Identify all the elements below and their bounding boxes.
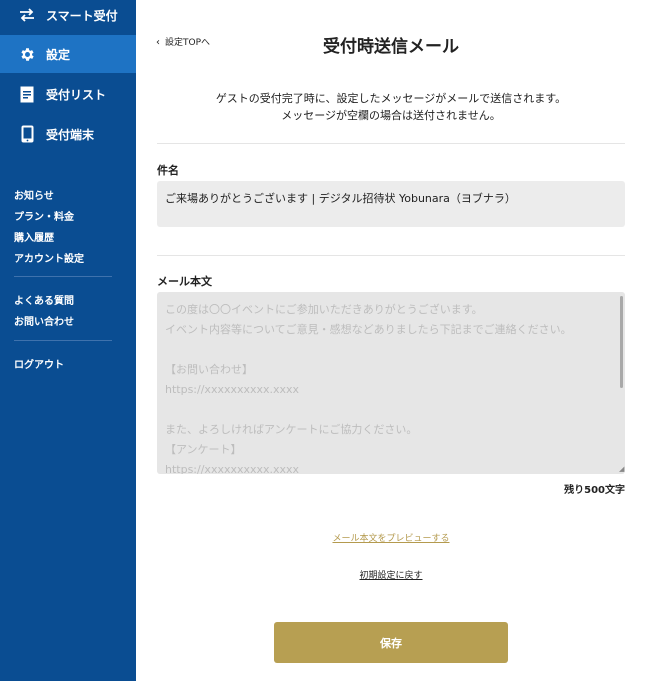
- placeholder-line: https://xxxxxxxxxx.xxxx: [165, 463, 300, 474]
- sidebar-link-logout[interactable]: ログアウト: [14, 356, 64, 371]
- nav-label: スマート受付: [46, 8, 118, 23]
- page-title: 受付時送信メール: [323, 37, 459, 57]
- placeholder-line: [165, 340, 617, 360]
- mail-body-label: メール本文: [157, 275, 212, 288]
- nav-settings[interactable]: 設定: [0, 35, 136, 73]
- resize-handle-icon[interactable]: ◢: [619, 466, 625, 473]
- subject-input[interactable]: ご来場ありがとうございます | デジタル招待状 Yobunara（ヨブナラ）: [157, 181, 625, 227]
- description-line: メッセージが空欄の場合は送付されません。: [281, 109, 501, 122]
- main-content: ‹ 設定TOPへ 受付時送信メール ゲストの受付完了時に、設定したメッセージがメー…: [136, 0, 646, 681]
- description-line: ゲストの受付完了時に、設定したメッセージがメールで送信されます。: [215, 92, 567, 105]
- nav-label: 受付リスト: [46, 87, 107, 102]
- remaining-characters: 残り500文字: [564, 485, 625, 496]
- sidebar-link-account[interactable]: アカウント設定: [14, 250, 84, 265]
- preview-mail-link[interactable]: メール本文をプレビューする: [136, 531, 646, 544]
- sidebar-link-plan[interactable]: プラン・料金: [14, 208, 74, 223]
- placeholder-line: https://xxxxxxxxxx.xxxx: [165, 383, 300, 396]
- placeholder-line: 【お問い合わせ】: [165, 363, 253, 376]
- textarea-scrollbar[interactable]: [620, 296, 623, 388]
- gear-icon: [18, 45, 36, 63]
- sidebar-link-faq[interactable]: よくある質問: [14, 292, 74, 307]
- sidebar-divider: [14, 340, 112, 341]
- sidebar-divider: [14, 276, 112, 277]
- placeholder-line: この度は〇〇イベントにご参加いただきありがとうございます。: [165, 303, 483, 316]
- nav-reception-terminal[interactable]: 受付端末: [0, 115, 136, 153]
- divider: [157, 143, 625, 144]
- placeholder-line: 【アンケート】: [165, 443, 242, 456]
- divider: [157, 255, 625, 256]
- nav-label: 受付端末: [46, 127, 95, 142]
- nav-smart-reception[interactable]: スマート受付: [0, 0, 136, 34]
- swap-arrows-icon: [18, 6, 36, 24]
- mail-body-textarea[interactable]: この度は〇〇イベントにご参加いただきありがとうございます。 イベント内容等につい…: [157, 292, 625, 474]
- description: ゲストの受付完了時に、設定したメッセージがメールで送信されます。 メッセージが空…: [136, 90, 646, 124]
- placeholder-line: また、よろしければアンケートにご協力ください。: [165, 423, 418, 436]
- nav-reception-list[interactable]: 受付リスト: [0, 75, 136, 113]
- sidebar-link-news[interactable]: お知らせ: [14, 187, 54, 202]
- placeholder-line: [165, 400, 617, 420]
- nav-label: 設定: [46, 47, 71, 62]
- sidebar-link-contact[interactable]: お問い合わせ: [14, 313, 74, 328]
- document-icon: [18, 85, 36, 103]
- save-button[interactable]: 保存: [274, 622, 508, 663]
- reset-defaults-link[interactable]: 初期設定に戻す: [136, 568, 646, 581]
- subject-label: 件名: [157, 164, 179, 177]
- tablet-icon: [18, 125, 36, 143]
- sidebar-link-history[interactable]: 購入履歴: [14, 229, 54, 244]
- placeholder-line: イベント内容等についてご意見・感想などありましたら下記までご連絡ください。: [165, 323, 572, 336]
- sidebar: スマート受付 設定 受付リスト 受付端末 お知らせ プラン・料金 購入履歴 アカ…: [0, 0, 136, 681]
